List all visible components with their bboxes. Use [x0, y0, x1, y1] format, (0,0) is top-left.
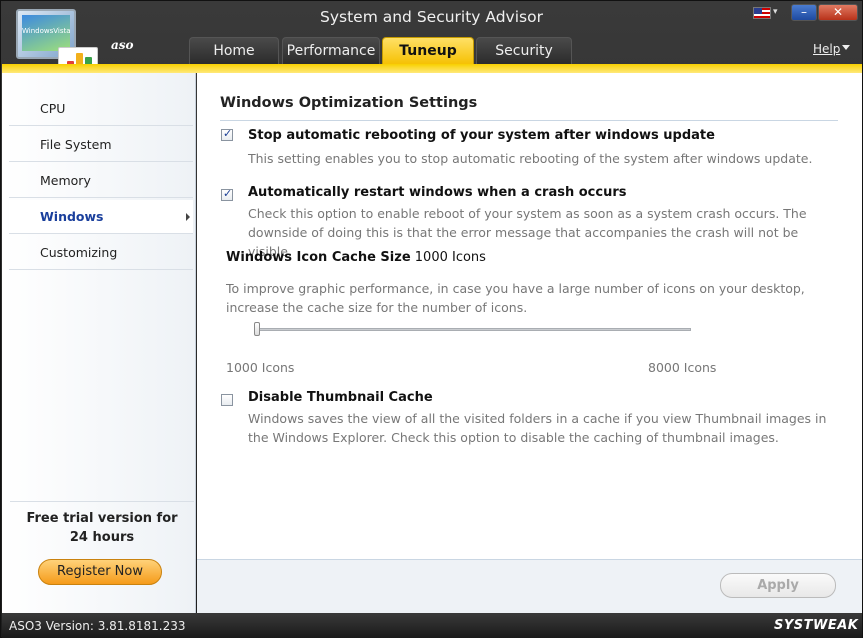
version-text: ASO3 Version: 3.81.8181.233 — [9, 619, 186, 633]
slider-max-label: 8000 Icons — [648, 360, 717, 375]
flag-icon[interactable] — [753, 7, 771, 19]
icon-cache-label: Windows Icon Cache Size 1000 Icons — [226, 250, 486, 265]
divider — [220, 120, 838, 121]
cache-label-text: Windows Icon Cache Size — [226, 250, 411, 265]
minimize-button[interactable]: – — [791, 4, 817, 21]
sidebar: CPU File System Memory Windows Customizi… — [2, 73, 196, 613]
option-description: This setting enables you to stop automat… — [248, 151, 813, 166]
trial-text-line2: 24 hours — [69, 530, 135, 545]
option-title[interactable]: Automatically restart windows when a cra… — [248, 185, 627, 200]
sidebar-item-file-system[interactable]: File System — [9, 128, 193, 162]
cache-slider-track[interactable] — [256, 328, 691, 331]
option-title[interactable]: Disable Thumbnail Cache — [248, 390, 433, 405]
slider-min-label: 1000 Icons — [226, 360, 295, 375]
tab-home[interactable]: Home — [189, 37, 279, 65]
cache-description: To improve graphic performance, in case … — [226, 281, 805, 315]
help-link[interactable]: Help — [813, 42, 840, 56]
window-title: System and Security Advisor — [320, 8, 543, 26]
trial-text-line1: Free trial version for — [26, 511, 178, 526]
section-title: Windows Optimization Settings — [220, 95, 478, 111]
stop-reboot-checkbox[interactable] — [221, 127, 233, 141]
tab-tuneup[interactable]: Tuneup — [382, 37, 474, 65]
auto-restart-checkbox[interactable] — [221, 187, 233, 201]
chevron-down-icon[interactable]: ▾ — [773, 7, 778, 17]
option-title[interactable]: Stop automatic rebooting of your system … — [248, 128, 715, 143]
trial-notice: Free trial version for 24 hours — [10, 509, 194, 547]
brand-small: aso — [111, 38, 134, 52]
sidebar-item-label: Windows — [40, 209, 104, 224]
main-content: Windows Optimization Settings Stop autom… — [197, 73, 862, 613]
app-window: System and Security Advisor ▾ – ✕ Window… — [0, 0, 863, 638]
status-bar: ASO3 Version: 3.81.8181.233 SYSTWEAK — [2, 613, 862, 638]
apply-button[interactable]: Apply — [720, 573, 836, 598]
logo-text: WindowsVista — [22, 27, 71, 35]
register-now-button[interactable]: Register Now — [38, 559, 162, 585]
brand-logo: SYSTWEAK — [774, 618, 859, 633]
sidebar-item-customizing[interactable]: Customizing — [9, 236, 193, 270]
sidebar-item-cpu[interactable]: CPU — [9, 92, 193, 126]
sidebar-item-label: Customizing — [40, 245, 118, 260]
close-button[interactable]: ✕ — [818, 4, 858, 21]
sidebar-item-windows[interactable]: Windows — [9, 200, 193, 234]
cache-slider-handle[interactable] — [254, 322, 260, 336]
sidebar-item-memory[interactable]: Memory — [9, 164, 193, 198]
cache-value: 1000 Icons — [414, 250, 486, 265]
divider — [10, 501, 194, 502]
sidebar-item-label: File System — [40, 137, 112, 152]
chevron-down-icon[interactable] — [842, 45, 850, 50]
sidebar-item-label: Memory — [40, 173, 91, 188]
tab-performance[interactable]: Performance — [282, 37, 380, 65]
option-description: Windows saves the view of all the visite… — [248, 411, 827, 445]
accent-bar — [2, 64, 862, 73]
title-bar[interactable]: System and Security Advisor ▾ – ✕ — [1, 1, 862, 35]
disable-thumbnail-cache-checkbox[interactable] — [221, 394, 233, 406]
tab-security[interactable]: Security — [476, 37, 572, 65]
sidebar-item-label: CPU — [40, 101, 66, 116]
chevron-right-icon — [186, 213, 190, 221]
